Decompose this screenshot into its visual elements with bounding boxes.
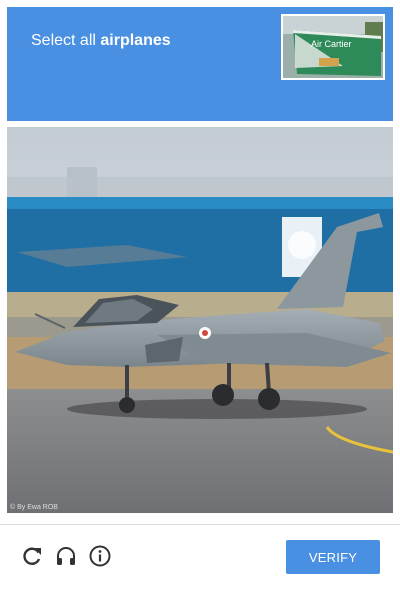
reload-icon[interactable]	[20, 544, 44, 568]
fighter-jet-image	[7, 127, 393, 513]
challenge-header: Select all airplanes Air Cartier	[7, 7, 393, 121]
image-watermark: © By Ewa ROB	[10, 504, 58, 511]
challenge-footer: VERIFY	[0, 525, 400, 600]
verify-button[interactable]: VERIFY	[286, 540, 380, 574]
sample-sign-text: Air Cartier	[311, 39, 352, 49]
sample-image: Air Cartier	[281, 14, 385, 80]
captcha-challenge-frame: Select all airplanes Air Cartier © By Ew…	[0, 0, 400, 600]
challenge-image[interactable]: © By Ewa ROB	[7, 127, 393, 513]
headphones-icon[interactable]	[54, 544, 78, 568]
info-icon[interactable]	[88, 544, 112, 568]
instruction-prefix: Select all	[31, 32, 101, 49]
instruction-target: airplanes	[100, 32, 171, 49]
challenge-instruction: Select all airplanes	[31, 31, 171, 51]
sample-image-graphic: Air Cartier	[283, 16, 383, 78]
